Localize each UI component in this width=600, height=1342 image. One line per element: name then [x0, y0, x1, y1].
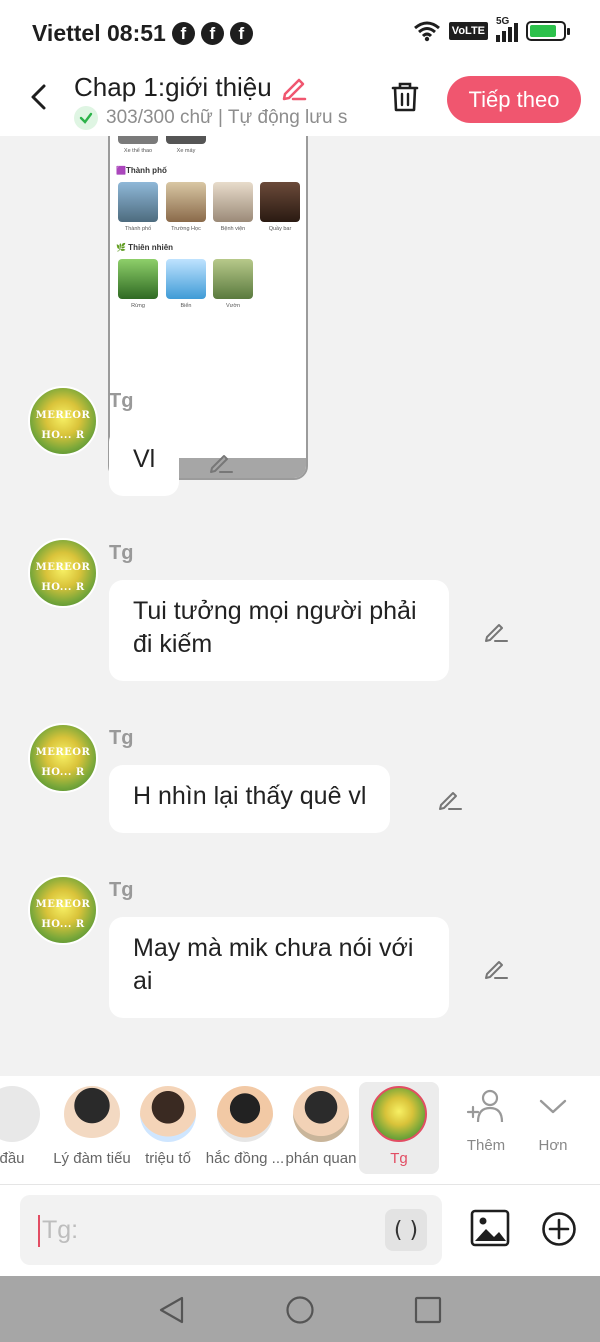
section-city: 🟪Thành phố	[116, 166, 167, 175]
character-bar[interactable]: đầu Lý đàm tiếu triệu tố hắc đồng ... ph…	[0, 1076, 600, 1184]
character-avatar	[140, 1086, 196, 1142]
word-count-line: 303/300 chữ | Tự động lưu s	[74, 106, 360, 130]
carrier-time: Viettel 08:51	[32, 20, 166, 46]
thumb-forest	[118, 259, 158, 299]
avatar-text: HO... R	[41, 767, 85, 778]
edit-pen-icon[interactable]	[208, 449, 234, 475]
avatar-text: HO... R	[41, 919, 85, 930]
text-caret	[38, 1215, 40, 1247]
avatar-text: MEREOR	[35, 410, 91, 421]
composer: ( )	[0, 1184, 600, 1276]
avatar[interactable]: MEREOR HO... R	[28, 723, 98, 793]
message-bubble[interactable]: Vl	[109, 428, 180, 496]
parenthesis-button[interactable]: ( )	[385, 1209, 427, 1251]
thumb-caption: Rừng	[131, 303, 145, 309]
message-bubble[interactable]: Tui tưởng mọi người phải đi kiếm	[109, 580, 449, 681]
thumb-city	[118, 182, 158, 222]
thumb-caption: Xe thể thao	[123, 148, 153, 154]
edit-pen-icon[interactable]	[483, 955, 509, 981]
character-avatar	[371, 1086, 427, 1142]
thumb-caption: Quầy bar	[268, 226, 292, 232]
thumb-caption: Bệnh viện	[220, 226, 246, 232]
battery-icon	[526, 21, 570, 41]
trash-icon[interactable]	[388, 80, 422, 114]
network-type: 5G	[496, 16, 510, 27]
thumb-school	[166, 182, 206, 222]
speaker-name: Tg	[109, 542, 134, 564]
avatar[interactable]: MEREOR HO... R	[28, 386, 98, 456]
check-icon	[74, 106, 98, 130]
avatar-text: MEREOR	[35, 899, 91, 910]
nav-recents-icon[interactable]	[413, 1295, 443, 1325]
chapter-title[interactable]: Chap 1:giới thiệu	[74, 72, 272, 103]
speaker-name: Tg	[109, 727, 134, 749]
edit-pen-icon[interactable]	[437, 786, 463, 812]
message-input[interactable]	[42, 1213, 372, 1247]
character-avatar	[64, 1086, 120, 1142]
add-character-button[interactable]: Thêm	[451, 1088, 521, 1154]
character-item[interactable]: phán quan	[281, 1082, 361, 1174]
thumb-bar	[260, 182, 300, 222]
editor-header: Chap 1:giới thiệu 303/300 chữ | Tự động …	[0, 70, 600, 136]
avatar[interactable]: MEREOR HO... R	[28, 538, 98, 608]
word-count-text: 303/300 chữ | Tự động lưu s	[106, 107, 348, 128]
status-left: Viettel 08:51 f f f	[32, 20, 253, 47]
system-nav-bar	[0, 1276, 600, 1342]
volte-badge: VoLTE	[448, 22, 488, 40]
edit-title-icon[interactable]	[279, 72, 309, 102]
avatar-text: HO... R	[41, 582, 85, 593]
image-icon[interactable]	[470, 1209, 510, 1247]
add-label: Thêm	[466, 1137, 506, 1154]
add-person-icon	[466, 1089, 504, 1123]
thumb-caption: Trường Học	[171, 226, 201, 232]
signal-icon: 5G	[496, 16, 518, 42]
character-name: Tg	[390, 1150, 408, 1167]
section-nature: 🌿 Thiên nhiên	[116, 243, 174, 252]
thumb-caption: Vườn	[225, 303, 241, 309]
character-avatar	[293, 1086, 349, 1142]
thumb-caption: Xe máy	[176, 148, 196, 154]
facebook-icon: f	[229, 22, 253, 45]
message-input-box[interactable]: ( )	[20, 1195, 442, 1265]
speaker-name: Tg	[109, 879, 134, 901]
nav-home-icon[interactable]	[285, 1295, 315, 1325]
more-button[interactable]: Hơn	[518, 1088, 588, 1154]
chevron-down-icon	[539, 1099, 567, 1114]
avatar-text: MEREOR	[35, 562, 91, 573]
status-bar: Viettel 08:51 f f f VoLTE 5G	[0, 0, 600, 70]
edit-pen-icon[interactable]	[483, 618, 509, 644]
next-button[interactable]: Tiếp theo	[447, 76, 581, 123]
thumb-bike	[166, 136, 206, 144]
thumb-caption: Thành phố	[124, 226, 152, 232]
add-circle-icon[interactable]	[541, 1211, 577, 1247]
avatar-text: HO... R	[41, 430, 85, 441]
character-avatar	[0, 1086, 40, 1142]
thumb-car	[118, 136, 158, 144]
speaker-name: Tg	[109, 390, 134, 412]
thumb-hospital	[213, 182, 253, 222]
facebook-icon: f	[200, 22, 224, 45]
thumb-caption: Biển	[180, 303, 192, 309]
message-bubble[interactable]: H nhìn lại thấy quê vl	[109, 765, 391, 833]
character-item-selected[interactable]: Tg	[359, 1082, 439, 1174]
avatar-text: MEREOR	[35, 747, 91, 758]
more-label: Hơn	[538, 1137, 568, 1154]
thumb-sea	[166, 259, 206, 299]
thumb-garden	[213, 259, 253, 299]
back-arrow-icon[interactable]	[24, 82, 54, 112]
chat-area[interactable]: Xe thể thao Xe máy 🟪Thành phố Thành phố …	[0, 136, 600, 1076]
wifi-icon	[413, 21, 440, 42]
nav-back-icon[interactable]	[157, 1295, 187, 1325]
status-right: VoLTE 5G	[413, 16, 570, 42]
character-item[interactable]: triệu tố	[128, 1082, 208, 1174]
character-avatar	[217, 1086, 273, 1142]
message-bubble[interactable]: May mà mik chưa nói với ai	[109, 917, 449, 1018]
facebook-icon: f	[171, 22, 195, 45]
avatar[interactable]: MEREOR HO... R	[28, 875, 98, 945]
